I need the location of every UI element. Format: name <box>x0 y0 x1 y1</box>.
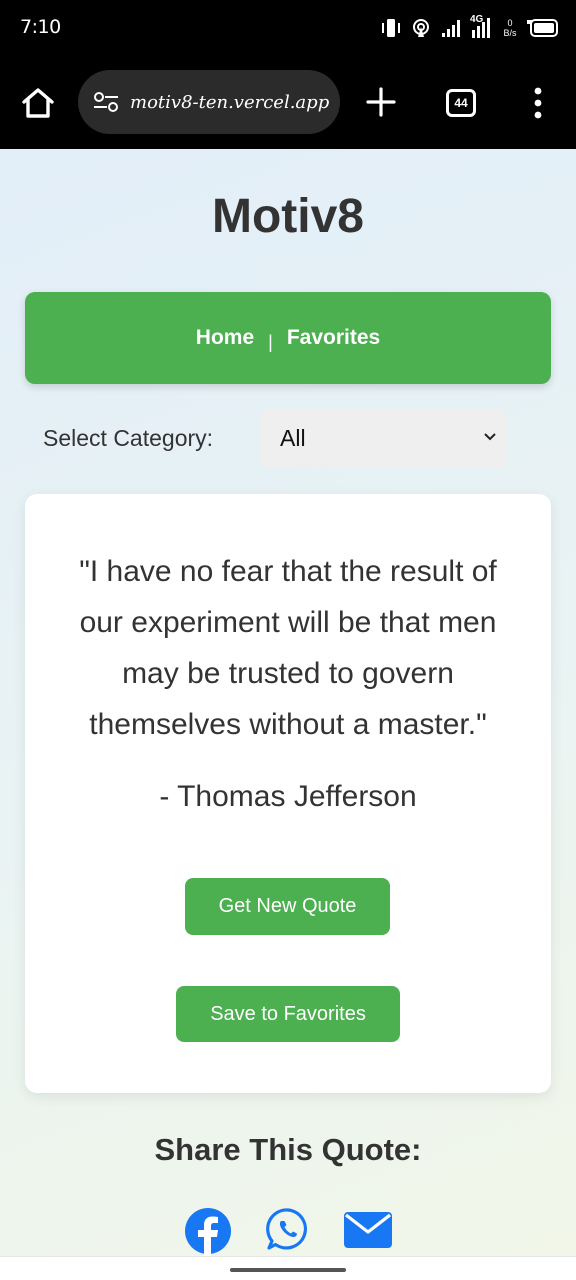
quote-card: "I have no fear that the result of our e… <box>25 494 551 1093</box>
url-text[interactable]: motiv8-ten.vercel.app <box>130 92 329 113</box>
site-settings-icon[interactable] <box>92 90 120 114</box>
more-menu-icon[interactable] <box>530 87 546 119</box>
category-label: Select Category: <box>43 425 214 451</box>
app-title: Motiv8 <box>211 190 364 243</box>
hotspot-icon <box>413 19 429 37</box>
network-speed-unit: B/s <box>503 28 517 38</box>
gesture-handle[interactable] <box>230 1268 346 1272</box>
signal-4g-icon: 4G <box>470 14 494 40</box>
status-bar: 7:10 4G 0 B/s <box>0 0 576 56</box>
quote-author: - Thomas Jefferson <box>159 780 417 813</box>
network-speed: 0 B/s <box>502 18 518 38</box>
battery-icon <box>527 19 558 37</box>
home-icon[interactable] <box>20 86 56 120</box>
nav-favorites-link[interactable]: Favorites <box>281 326 386 350</box>
whatsapp-icon[interactable] <box>265 1207 311 1253</box>
save-to-favorites-button[interactable]: Save to Favorites <box>176 986 400 1042</box>
page-content: Motiv8 Home | Favorites Select Category:… <box>0 149 576 1256</box>
network-speed-value: 0 <box>507 18 513 28</box>
nav-separator: | <box>268 331 273 352</box>
email-icon[interactable] <box>343 1211 393 1249</box>
share-title: Share This Quote: <box>154 1132 422 1167</box>
category-selected-value: All <box>280 425 306 451</box>
address-bar[interactable]: motiv8-ten.vercel.app <box>78 70 340 134</box>
new-tab-icon[interactable] <box>365 86 397 118</box>
status-icons: 4G 0 B/s <box>380 14 558 42</box>
main-nav: Home | Favorites <box>25 292 551 384</box>
system-nav-bar <box>0 1256 576 1280</box>
vibrate-icon <box>382 19 400 37</box>
nav-home-link[interactable]: Home <box>190 326 260 350</box>
tab-count: 44 <box>454 96 468 110</box>
share-icons <box>0 1207 576 1256</box>
category-select[interactable]: All <box>260 409 507 468</box>
signal-icon <box>442 20 460 37</box>
chevron-down-icon <box>484 433 496 441</box>
status-time: 7:10 <box>20 16 61 38</box>
quote-text: "I have no fear that the result of our e… <box>79 555 497 741</box>
get-new-quote-button[interactable]: Get New Quote <box>185 878 390 935</box>
facebook-icon[interactable] <box>184 1207 232 1256</box>
browser-toolbar: motiv8-ten.vercel.app 44 <box>0 56 576 149</box>
tabs-icon[interactable]: 44 <box>446 89 476 117</box>
